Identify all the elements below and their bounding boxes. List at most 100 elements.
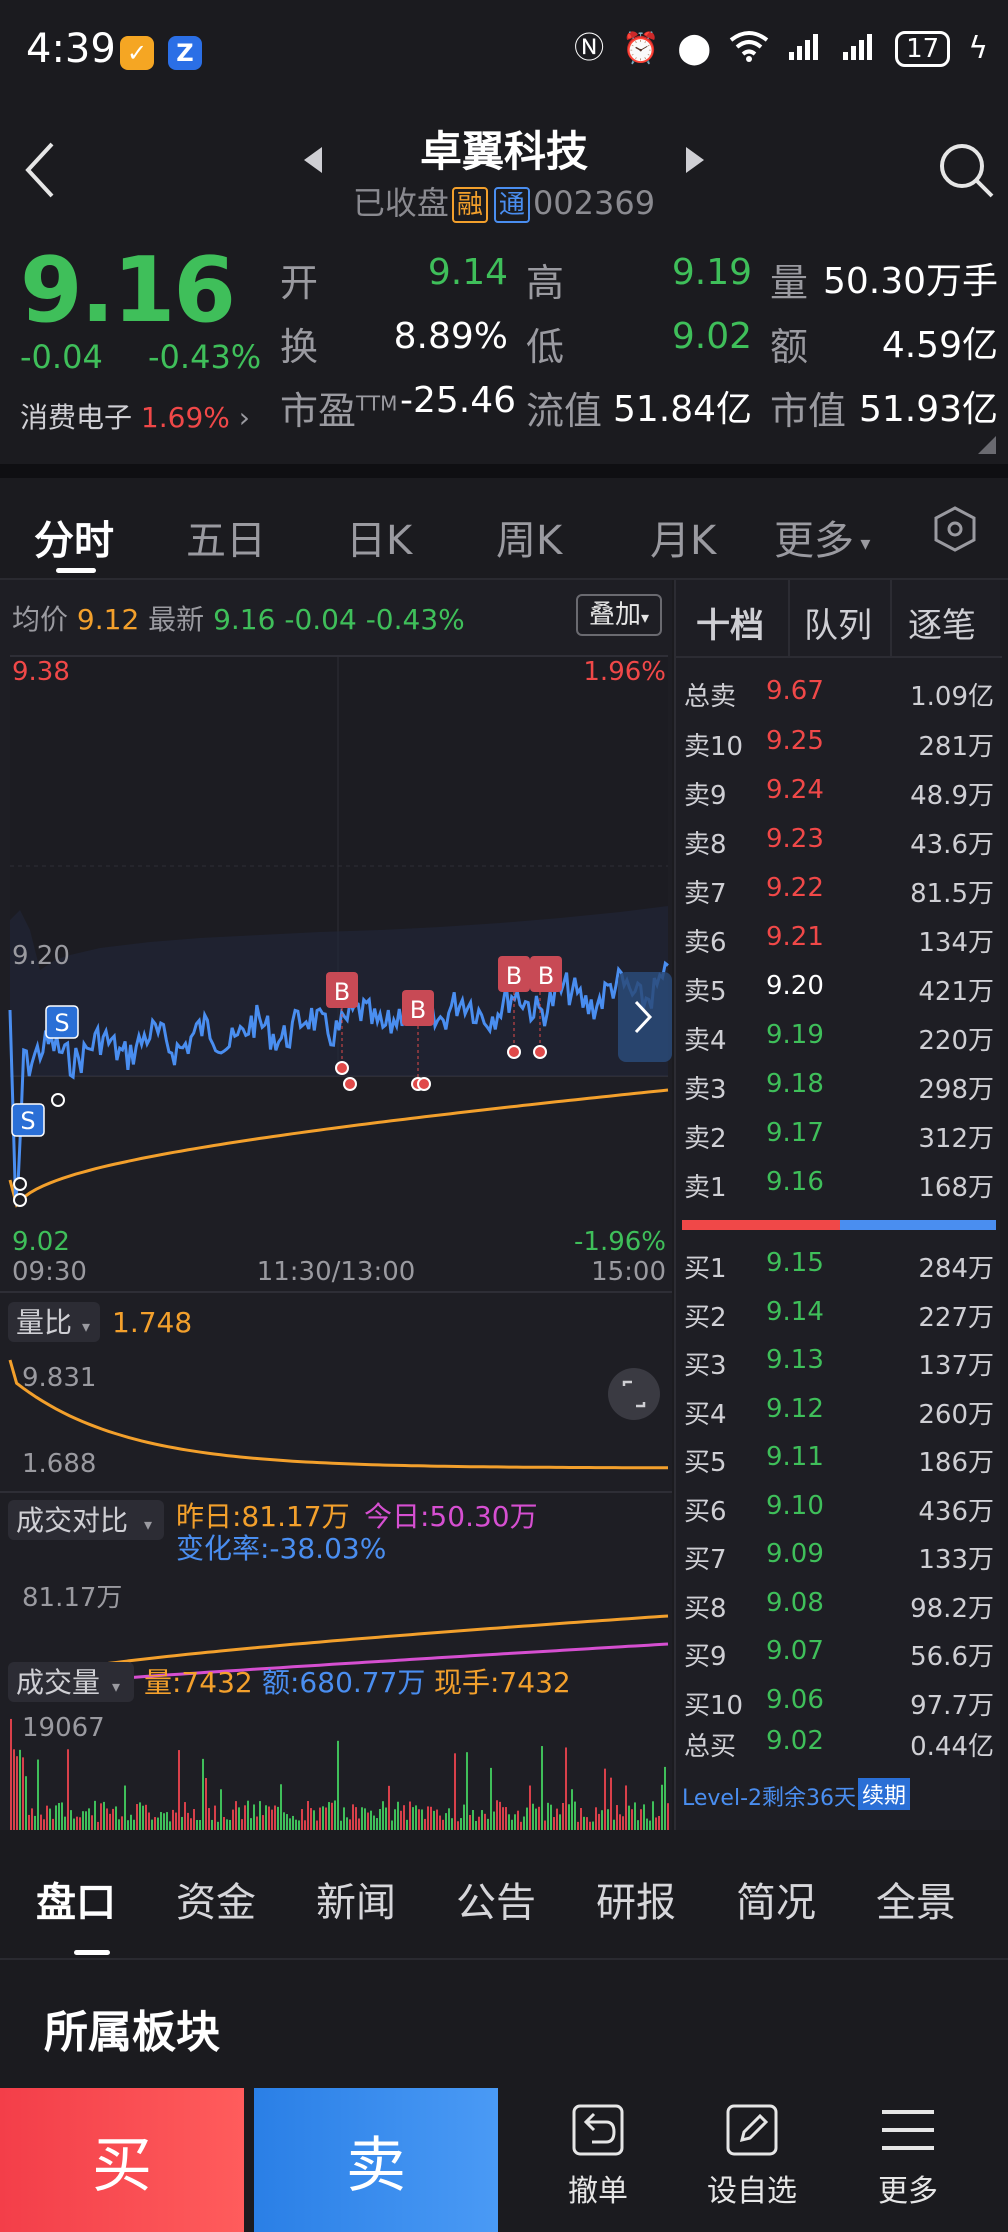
volume-bar xyxy=(34,1815,36,1830)
tab-tick[interactable]: 逐笔 xyxy=(908,598,976,647)
volume-bar xyxy=(43,1819,45,1830)
ask-row[interactable]: 卖6 9.21 134万 xyxy=(682,922,996,970)
volume-bar xyxy=(640,1809,642,1830)
tab-panorama[interactable]: 全景 xyxy=(876,1870,956,1928)
ask-row[interactable]: 卖5 9.20 421万 xyxy=(682,971,996,1019)
volume-bar xyxy=(613,1819,615,1830)
volume-bar xyxy=(466,1752,468,1830)
compare-today: 今日:50.30万 xyxy=(364,1500,538,1533)
divider xyxy=(0,464,1008,478)
tab-announcements[interactable]: 公告 xyxy=(456,1870,536,1928)
volume-bar xyxy=(361,1807,363,1830)
volume-bar xyxy=(139,1802,141,1830)
ask-row[interactable]: 卖7 9.22 81.5万 xyxy=(682,873,996,921)
volume-bar xyxy=(337,1740,339,1830)
bid-row[interactable]: 买8 9.08 98.2万 xyxy=(682,1588,996,1636)
volume-bar xyxy=(454,1753,456,1830)
high-value: 9.19 xyxy=(671,252,752,293)
tab-intraday[interactable]: 分时 xyxy=(34,508,114,566)
volume-bar xyxy=(301,1809,303,1830)
ask-row[interactable]: 卖3 9.18 298万 xyxy=(682,1069,996,1117)
ask-row[interactable]: 卖1 9.16 168万 xyxy=(682,1167,996,1215)
row-price: 9.17 xyxy=(766,1118,824,1148)
sector-link[interactable]: 消费电子 1.69% › xyxy=(20,396,250,436)
signal-icon-2 xyxy=(841,30,877,68)
volume-bar xyxy=(58,1802,60,1830)
volume-bar xyxy=(646,1818,648,1830)
row-label: 卖3 xyxy=(684,1075,727,1105)
bid-row[interactable]: 买3 9.13 137万 xyxy=(682,1345,996,1393)
row-price: 9.11 xyxy=(766,1442,824,1472)
market-cap-value: 51.93亿 xyxy=(858,389,998,430)
tab-more[interactable]: 更多 ▾ xyxy=(774,508,870,566)
buy-marker-label: B xyxy=(410,996,426,1024)
price-change: -0.04 xyxy=(20,338,103,376)
system-icons: Ⓝ ⏰ ⬤ 17 ϟ xyxy=(574,30,988,68)
volume-bar xyxy=(31,1808,33,1830)
row-volume: 56.6万 xyxy=(910,1642,994,1672)
bid-row[interactable]: 买2 9.14 227万 xyxy=(682,1297,996,1345)
buy-button[interactable]: 买 xyxy=(0,2088,244,2232)
volume-bar xyxy=(37,1759,39,1830)
row-volume: 436万 xyxy=(918,1496,994,1527)
bid-row[interactable]: 买9 9.07 56.6万 xyxy=(682,1636,996,1684)
fullscreen-button[interactable] xyxy=(608,1368,660,1420)
cancel-order-button[interactable]: 撤单 xyxy=(518,2100,678,2210)
volume-bar xyxy=(52,1818,54,1830)
volume-bar xyxy=(553,1817,555,1830)
ask-row[interactable]: 卖2 9.17 312万 xyxy=(682,1118,996,1166)
volume-bar xyxy=(109,1813,111,1830)
tab-daily-k[interactable]: 日K xyxy=(346,508,412,566)
volume-bar xyxy=(352,1804,354,1830)
tab-weekly-k[interactable]: 周K xyxy=(496,508,562,566)
volume-bar xyxy=(271,1809,273,1830)
bid-row[interactable]: 买7 9.09 133万 xyxy=(682,1539,996,1587)
ask-row[interactable]: 卖9 9.24 48.9万 xyxy=(682,775,996,823)
add-watchlist-button[interactable]: 设自选 xyxy=(672,2100,832,2210)
settings-hex-icon[interactable] xyxy=(930,504,980,554)
intraday-chart[interactable]: B B B B S S 9.38 9.20 9.02 1.96% -1.96% … xyxy=(0,580,672,1830)
volume-bar xyxy=(418,1809,420,1830)
renew-button[interactable]: 续期 xyxy=(858,1778,911,1810)
turnover-label: 换 xyxy=(280,325,319,369)
bid-row[interactable]: 买1 9.15 284万 xyxy=(682,1248,996,1296)
volume-bar xyxy=(556,1808,558,1830)
row-label: 卖8 xyxy=(684,830,727,860)
volume-bar xyxy=(106,1808,108,1830)
bid-row[interactable]: 买5 9.11 186万 xyxy=(682,1442,996,1490)
volume-bar xyxy=(199,1820,201,1830)
row-label: 买1 xyxy=(684,1254,727,1284)
volume-bar xyxy=(427,1806,429,1830)
volume-bar xyxy=(82,1811,84,1830)
volume-bar xyxy=(304,1820,306,1830)
ask-row[interactable]: 卖8 9.23 43.6万 xyxy=(682,824,996,872)
tab-news[interactable]: 新闻 xyxy=(316,1870,396,1928)
volume-bar xyxy=(421,1809,423,1830)
bid-row[interactable]: 买4 9.12 260万 xyxy=(682,1394,996,1442)
volume-bar xyxy=(148,1812,150,1830)
row-label: 买3 xyxy=(684,1351,727,1381)
active-tab-indicator xyxy=(56,568,96,573)
status-time: 4:39 xyxy=(26,26,116,72)
tab-five-day[interactable]: 五日 xyxy=(186,508,266,566)
tab-ten-levels[interactable]: 十档 xyxy=(696,598,764,647)
bid-row[interactable]: 买6 9.10 436万 xyxy=(682,1491,996,1539)
sell-button[interactable]: 卖 xyxy=(254,2088,498,2232)
ask-row[interactable]: 卖10 9.25 281万 xyxy=(682,726,996,774)
ask-row[interactable]: 卖4 9.19 220万 xyxy=(682,1020,996,1068)
search-button[interactable] xyxy=(936,140,996,200)
volume-bar xyxy=(652,1801,654,1830)
volume-bar xyxy=(25,1776,27,1830)
tab-monthly-k[interactable]: 月K xyxy=(650,508,716,566)
tab-queue[interactable]: 队列 xyxy=(804,598,872,647)
volume-bar xyxy=(67,1749,69,1830)
more-button[interactable]: 更多 xyxy=(828,2100,988,2210)
volume-bar xyxy=(583,1816,585,1830)
tab-research[interactable]: 研报 xyxy=(596,1870,676,1928)
row-price: 9.20 xyxy=(766,971,824,1001)
tab-profile[interactable]: 简况 xyxy=(736,1870,816,1928)
tab-orderbook[interactable]: 盘口 xyxy=(36,1870,116,1928)
tab-funds[interactable]: 资金 xyxy=(176,1870,256,1928)
volume-bar xyxy=(457,1821,459,1830)
expand-tab[interactable] xyxy=(618,972,672,1062)
